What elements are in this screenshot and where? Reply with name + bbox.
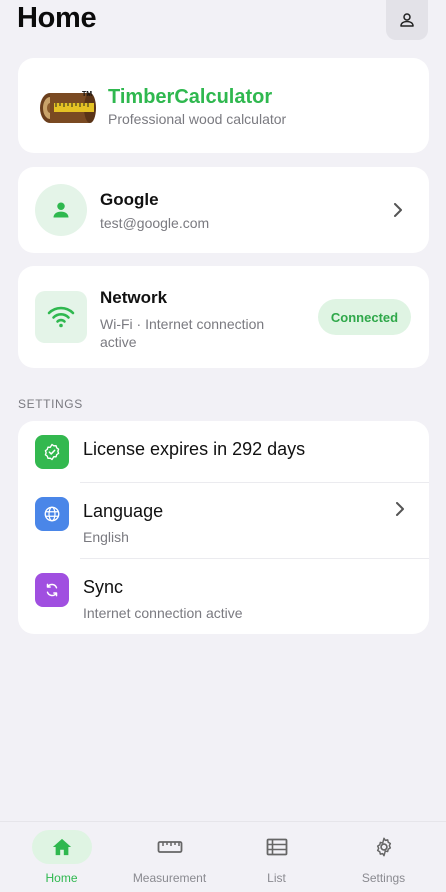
nav-measurement[interactable]: Measurement [114,822,225,892]
network-title: Network [100,288,168,307]
network-card: Network Wi-Fi · Internet connection acti… [18,266,429,368]
list-icon [266,838,287,856]
wifi-icon [35,291,87,343]
license-row[interactable]: License expires in 292 days [18,421,429,482]
nav-list[interactable]: List [221,822,332,892]
nav-home[interactable]: Home [6,822,117,892]
header: Home [0,0,446,44]
account-email: test@google.com [100,215,210,231]
nav-home-icon-wrap [31,830,92,864]
account-name: Google [100,190,159,209]
person-icon [400,13,414,27]
language-row[interactable]: Language English [18,482,429,558]
network-status-text: Wi-Fi · Internet connection active [100,316,265,350]
person-icon [53,202,69,218]
home-screen: Home TM TimberCalculator Professional wo… [0,0,446,892]
sync-status: Internet connection active [83,605,243,621]
settings-section-label: SETTINGS [18,397,83,411]
timber-logo: TM [38,86,110,130]
sync-row[interactable]: Sync Internet connection active [18,558,429,634]
nav-settings-icon-wrap [354,830,414,864]
sync-icon [35,573,69,607]
app-name: TimberCalculator [108,86,273,108]
profile-button[interactable] [386,0,428,40]
license-title: License expires in 292 days [83,439,306,459]
gear-icon [376,837,391,857]
globe-icon [35,497,69,531]
home-icon [52,838,71,856]
language-value: English [83,529,129,545]
connection-status-badge: Connected [318,299,411,335]
bottom-nav: Home Measurement List Settings [0,821,446,892]
nav-list-icon-wrap [247,830,307,864]
settings-card: License expires in 292 days Language Eng… [18,421,429,634]
page-title: Home [17,2,97,34]
nav-measurement-icon-wrap [140,830,200,864]
nav-label: List [267,871,286,885]
nav-label: Home [45,871,78,885]
sync-title: Sync [83,577,124,597]
ruler-icon [157,841,182,853]
app-info-card: TM TimberCalculator Professional wood ca… [18,58,429,153]
nav-label: Measurement [132,871,207,885]
avatar [35,184,87,236]
account-card[interactable]: Google test@google.com [18,167,429,253]
app-subtitle: Professional wood calculator [108,111,287,127]
nav-settings[interactable]: Settings [328,822,439,892]
chevron-right-icon [392,500,408,518]
nav-label: Settings [361,871,406,885]
chevron-right-icon [390,201,406,219]
language-title: Language [83,501,164,521]
badge-check-icon [35,435,69,469]
svg-text:TM: TM [82,91,92,98]
